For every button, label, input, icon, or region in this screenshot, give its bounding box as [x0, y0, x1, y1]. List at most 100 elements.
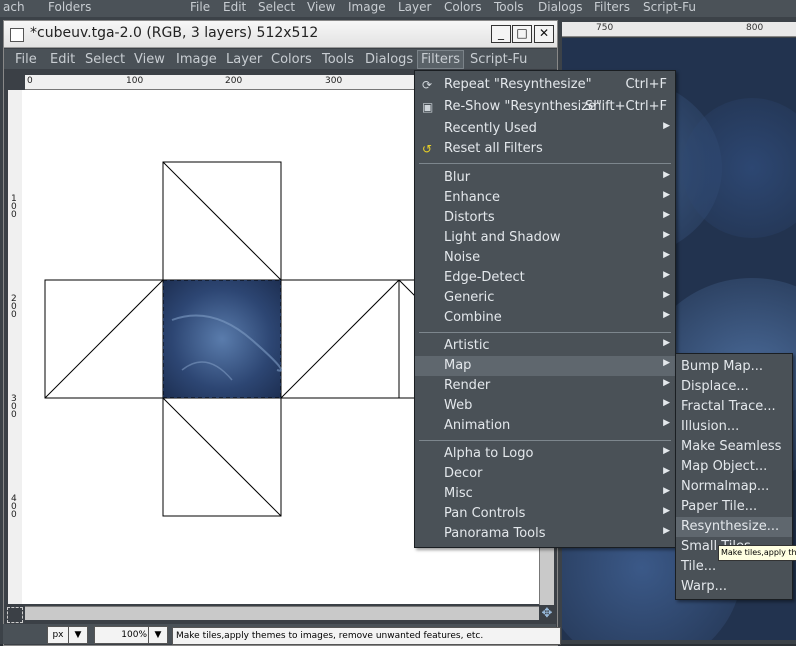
menu-item-edge-detect[interactable]: Edge-Detect ▶	[415, 268, 675, 288]
menu-item-combine[interactable]: Combine ▶	[415, 308, 675, 328]
navigate-icon[interactable]: ✥	[540, 607, 554, 621]
ruler-label: 0	[11, 310, 17, 320]
ruler-label: 0	[27, 76, 33, 86]
bg-menu-image[interactable]: Image	[348, 0, 386, 15]
ruler-label: 0	[11, 510, 17, 520]
menu-item-render[interactable]: Render ▶	[415, 376, 675, 396]
submenu-arrow-icon: ▶	[663, 378, 670, 388]
title-bar[interactable]: *cubeuv.tga-2.0 (RGB, 3 layers) 512x512 …	[4, 21, 557, 48]
background-partial-label: ach	[3, 0, 25, 14]
menu-item-enhance[interactable]: Enhance ▶	[415, 188, 675, 208]
menu-item-artistic[interactable]: Artistic ▶	[415, 336, 675, 356]
ruler-label: 0	[11, 410, 17, 420]
bg-ruler-label: 800	[746, 23, 764, 33]
texture-selection	[162, 279, 282, 399]
menu-item-noise[interactable]: Noise ▶	[415, 248, 675, 268]
submenu-item-resynthesize[interactable]: Resynthesize...	[676, 517, 792, 537]
submenu-arrow-icon: ▶	[663, 526, 670, 536]
reset-icon: ↺	[422, 142, 433, 156]
menu-item-misc[interactable]: Misc ▶	[415, 484, 675, 504]
ruler-label: 100	[126, 76, 144, 86]
menu-dialogs[interactable]: Dialogs	[365, 52, 413, 67]
menu-separator	[419, 332, 671, 333]
bg-menu-layer[interactable]: Layer	[398, 0, 431, 15]
bg-menu-edit[interactable]: Edit	[223, 0, 246, 15]
menu-item-reshow[interactable]: ▣ Re-Show "Resynthesize" Shift+Ctrl+F	[415, 97, 675, 117]
menu-script-fu[interactable]: Script-Fu	[470, 52, 527, 67]
menu-select[interactable]: Select	[85, 52, 125, 67]
submenu-item-map-object[interactable]: Map Object...	[676, 457, 792, 477]
submenu-arrow-icon: ▶	[663, 418, 670, 428]
zoom-field[interactable]: 100%	[94, 626, 152, 644]
menu-item-panorama-tools[interactable]: Panorama Tools ▶	[415, 524, 675, 544]
submenu-arrow-icon: ▶	[663, 486, 670, 496]
bg-menu-script-fu[interactable]: Script-Fu	[643, 0, 696, 15]
bg-menu-view[interactable]: View	[307, 0, 335, 15]
submenu-item-normalmap[interactable]: Normalmap...	[676, 477, 792, 497]
submenu-arrow-icon: ▶	[663, 230, 670, 240]
menu-layer[interactable]: Layer	[226, 52, 262, 67]
submenu-arrow-icon: ▶	[663, 338, 670, 348]
background-ruler: 750 800	[562, 22, 796, 37]
menu-item-blur[interactable]: Blur ▶	[415, 168, 675, 188]
menu-tools[interactable]: Tools	[322, 52, 354, 67]
submenu-item-paper-tile[interactable]: Paper Tile...	[676, 497, 792, 517]
submenu-item-make-seamless[interactable]: Make Seamless	[676, 437, 792, 457]
reshow-icon: ▣	[422, 100, 434, 114]
submenu-arrow-icon: ▶	[663, 506, 670, 516]
submenu-arrow-icon: ▶	[663, 290, 670, 300]
vertical-ruler[interactable]: 1 0 0 2 0 0 3 0 0 4 0 0	[8, 90, 23, 604]
bg-menu-file[interactable]: File	[190, 0, 210, 15]
menu-filters[interactable]: Filters	[417, 50, 464, 69]
submenu-arrow-icon: ▶	[663, 190, 670, 200]
window-icon	[10, 28, 24, 42]
unit-select[interactable]: px	[47, 626, 69, 644]
menu-item-recently-used[interactable]: Recently Used ▶	[415, 119, 675, 139]
submenu-arrow-icon: ▶	[663, 466, 670, 476]
menu-item-animation[interactable]: Animation ▶	[415, 416, 675, 436]
ruler-label: 0	[11, 210, 17, 220]
submenu-arrow-icon: ▶	[663, 210, 670, 220]
submenu-item-fractal-trace[interactable]: Fractal Trace...	[676, 397, 792, 417]
status-message: Make tiles,apply themes to images, remov…	[172, 627, 561, 645]
close-button[interactable]: ✕	[534, 25, 554, 43]
submenu-arrow-icon: ▶	[663, 446, 670, 456]
menu-edit[interactable]: Edit	[50, 52, 75, 67]
zoom-dropdown-arrow-icon[interactable]: ▼	[148, 626, 168, 644]
background-partial-label: Folders	[48, 0, 92, 14]
menu-item-web[interactable]: Web ▶	[415, 396, 675, 416]
menu-item-reset-filters[interactable]: ↺ Reset all Filters	[415, 139, 675, 159]
maximize-button[interactable]: □	[512, 25, 532, 43]
menu-image[interactable]: Image	[176, 52, 217, 67]
bg-menu-tools[interactable]: Tools	[494, 0, 524, 15]
submenu-item-displace[interactable]: Displace...	[676, 377, 792, 397]
submenu-item-warp[interactable]: Warp...	[676, 577, 792, 597]
menu-item-distorts[interactable]: Distorts ▶	[415, 208, 675, 228]
menu-item-light-shadow[interactable]: Light and Shadow ▶	[415, 228, 675, 248]
unit-dropdown-arrow-icon[interactable]: ▼	[68, 626, 88, 644]
menu-item-decor[interactable]: Decor ▶	[415, 464, 675, 484]
bg-menu-filters[interactable]: Filters	[594, 0, 630, 15]
menu-file[interactable]: File	[15, 52, 37, 67]
ruler-label: 300	[325, 76, 343, 86]
submenu-item-bump-map[interactable]: Bump Map...	[676, 357, 792, 377]
bg-menu-dialogs[interactable]: Dialogs	[538, 0, 582, 15]
menu-item-generic[interactable]: Generic ▶	[415, 288, 675, 308]
submenu-item-illusion[interactable]: Illusion...	[676, 417, 792, 437]
menu-item-map[interactable]: Map ▶	[415, 356, 675, 376]
window-title: *cubeuv.tga-2.0 (RGB, 3 layers) 512x512	[30, 25, 319, 41]
minimize-button[interactable]: _	[491, 25, 511, 43]
menu-item-repeat[interactable]: ⟳ Repeat "Resynthesize" Ctrl+F	[415, 75, 675, 95]
menu-view[interactable]: View	[134, 52, 165, 67]
menu-colors[interactable]: Colors	[271, 52, 312, 67]
submenu-arrow-icon: ▶	[663, 250, 670, 260]
quick-mask-toggle[interactable]	[7, 607, 23, 623]
background-menubar: ach Folders File Edit Select View Image …	[0, 0, 796, 17]
horizontal-scrollbar[interactable]	[25, 606, 539, 620]
submenu-arrow-icon: ▶	[663, 358, 670, 368]
bg-menu-colors[interactable]: Colors	[444, 0, 482, 15]
menu-item-pan-controls[interactable]: Pan Controls ▶	[415, 504, 675, 524]
menu-item-alpha-to-logo[interactable]: Alpha to Logo ▶	[415, 444, 675, 464]
bg-menu-select[interactable]: Select	[258, 0, 295, 15]
image-menubar: File Edit Select View Image Layer Colors…	[4, 49, 557, 69]
